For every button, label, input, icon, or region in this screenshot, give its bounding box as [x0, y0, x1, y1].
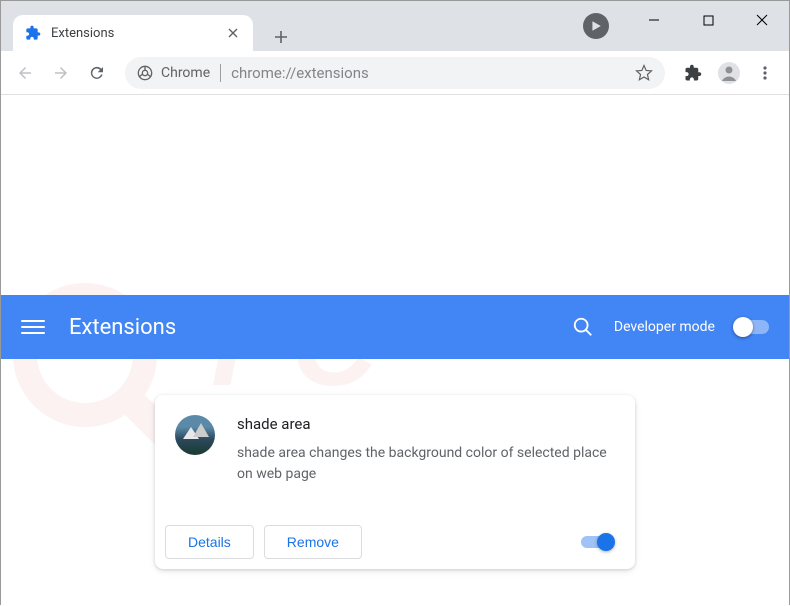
- details-button[interactable]: Details: [165, 525, 254, 559]
- maximize-button[interactable]: [681, 1, 735, 39]
- search-icon[interactable]: [572, 316, 594, 338]
- browser-toolbar: Chrome chrome://extensions: [1, 51, 789, 95]
- extension-card: shade area shade area changes the backgr…: [155, 395, 635, 569]
- bookmark-star-icon[interactable]: [635, 64, 653, 82]
- extension-description: shade area changes the background color …: [237, 443, 615, 485]
- extension-enable-toggle[interactable]: [581, 536, 613, 548]
- extension-icon: [175, 415, 215, 455]
- extension-name: shade area: [237, 415, 615, 433]
- extension-puzzle-icon: [25, 25, 41, 41]
- minimize-button[interactable]: [627, 1, 681, 39]
- window-titlebar: Extensions: [1, 1, 789, 51]
- developer-mode-label: Developer mode: [614, 319, 715, 335]
- omnibox-label: Chrome: [161, 65, 210, 81]
- menu-button[interactable]: [749, 57, 781, 89]
- media-control-icon[interactable]: [583, 13, 609, 39]
- developer-mode-toggle[interactable]: [735, 320, 769, 334]
- window-controls: [627, 1, 789, 39]
- forward-button[interactable]: [45, 57, 77, 89]
- omnibox-url: chrome://extensions: [231, 64, 369, 82]
- address-bar[interactable]: Chrome chrome://extensions: [125, 57, 665, 89]
- close-window-button[interactable]: [735, 1, 789, 39]
- extensions-body: shade area shade area changes the backgr…: [1, 359, 789, 605]
- content-area: PC risk.com Extensions Developer mode sh…: [1, 95, 789, 606]
- extensions-header: Extensions Developer mode: [1, 295, 789, 359]
- tab-title: Extensions: [51, 26, 225, 41]
- browser-tab[interactable]: Extensions: [13, 15, 253, 51]
- chrome-icon: [137, 65, 153, 81]
- profile-avatar-button[interactable]: [713, 57, 745, 89]
- tab-strip: Extensions: [1, 1, 295, 51]
- remove-button[interactable]: Remove: [264, 525, 362, 559]
- tab-close-icon[interactable]: [225, 25, 241, 41]
- new-tab-button[interactable]: [267, 23, 295, 51]
- omnibox-divider: [220, 64, 221, 82]
- page-title: Extensions: [69, 315, 176, 340]
- back-button[interactable]: [9, 57, 41, 89]
- reload-button[interactable]: [81, 57, 113, 89]
- hamburger-menu-icon[interactable]: [21, 315, 45, 339]
- extensions-button[interactable]: [677, 57, 709, 89]
